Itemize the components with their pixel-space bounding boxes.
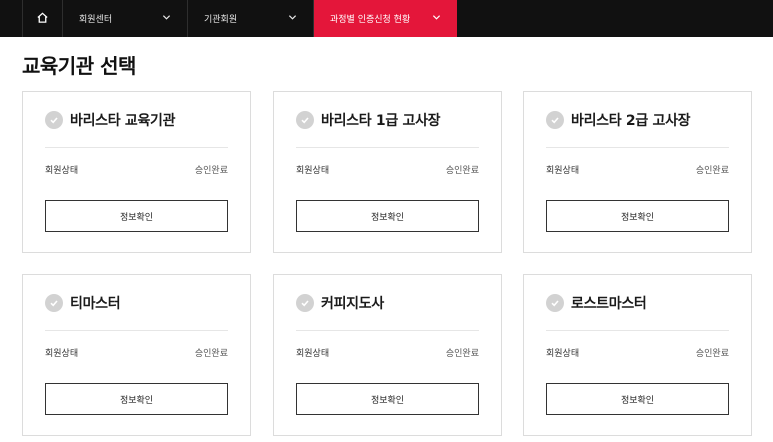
institution-card-barista-level2-exam: 바리스타 2급 고사장 회원상태 승인완료 정보확인 [523,91,752,253]
info-check-button[interactable]: 정보확인 [546,383,729,415]
card-header: 바리스타 1급 고사장 [296,110,441,130]
card-title: 바리스타 교육기관 [70,113,176,129]
status-value: 승인완료 [194,349,228,359]
card-header: 바리스타 2급 고사장 [546,110,691,130]
nav-menu-label: 기관회원 [204,15,238,25]
divider [546,147,729,148]
status-label: 회원상태 [296,349,330,359]
institution-card-tea-master: 티마스터 회원상태 승인완료 정보확인 [22,274,251,436]
home-icon [36,9,49,28]
card-header: 바리스타 교육기관 [45,110,176,130]
status-value: 승인완료 [194,166,228,176]
info-check-button[interactable]: 정보확인 [45,200,228,232]
page-title: 교육기관 선택 [22,54,136,78]
divider [45,330,228,331]
status-label: 회원상태 [546,349,580,359]
status-value: 승인완료 [695,166,729,176]
divider [296,330,479,331]
card-title: 로스트마스터 [571,296,647,312]
chevron-down-icon [162,15,171,20]
top-navigation-bar: 회원센터 기관회원 과정별 인증신청 현황 [0,0,773,37]
chevron-down-icon [432,15,441,20]
check-circle-icon [45,111,63,129]
chevron-down-icon [288,15,297,20]
divider [45,147,228,148]
card-title: 커피지도사 [321,296,384,312]
divider [296,147,479,148]
check-circle-icon [296,294,314,312]
card-header: 티마스터 [45,293,121,313]
status-label: 회원상태 [546,166,580,176]
nav-menu-label: 회원센터 [79,15,113,25]
card-title: 티마스터 [70,296,121,312]
status-label: 회원상태 [45,166,79,176]
status-value: 승인완료 [445,349,479,359]
info-check-button[interactable]: 정보확인 [546,200,729,232]
info-check-button[interactable]: 정보확인 [296,383,479,415]
check-circle-icon [296,111,314,129]
nav-menu-certification-status[interactable]: 과정별 인증신청 현황 [314,0,457,37]
check-circle-icon [546,294,564,312]
check-circle-icon [45,294,63,312]
nav-menu-member-center[interactable]: 회원센터 [62,0,188,37]
nav-menu-institution-member[interactable]: 기관회원 [188,0,314,37]
home-button[interactable] [22,0,63,37]
status-label: 회원상태 [45,349,79,359]
divider [546,330,729,331]
check-circle-icon [546,111,564,129]
card-title: 바리스타 2급 고사장 [571,113,691,129]
status-value: 승인완료 [695,349,729,359]
nav-menu-label: 과정별 인증신청 현황 [330,15,411,25]
institution-card-barista-level1-exam: 바리스타 1급 고사장 회원상태 승인완료 정보확인 [273,91,502,253]
card-header: 로스트마스터 [546,293,647,313]
status-label: 회원상태 [296,166,330,176]
institution-card-roast-master: 로스트마스터 회원상태 승인완료 정보확인 [523,274,752,436]
institution-card-coffee-instructor: 커피지도사 회원상태 승인완료 정보확인 [273,274,502,436]
card-header: 커피지도사 [296,293,384,313]
info-check-button[interactable]: 정보확인 [296,200,479,232]
info-check-button[interactable]: 정보확인 [45,383,228,415]
institution-card-barista-education: 바리스타 교육기관 회원상태 승인완료 정보확인 [22,91,251,253]
status-value: 승인완료 [445,166,479,176]
card-title: 바리스타 1급 고사장 [321,113,441,129]
